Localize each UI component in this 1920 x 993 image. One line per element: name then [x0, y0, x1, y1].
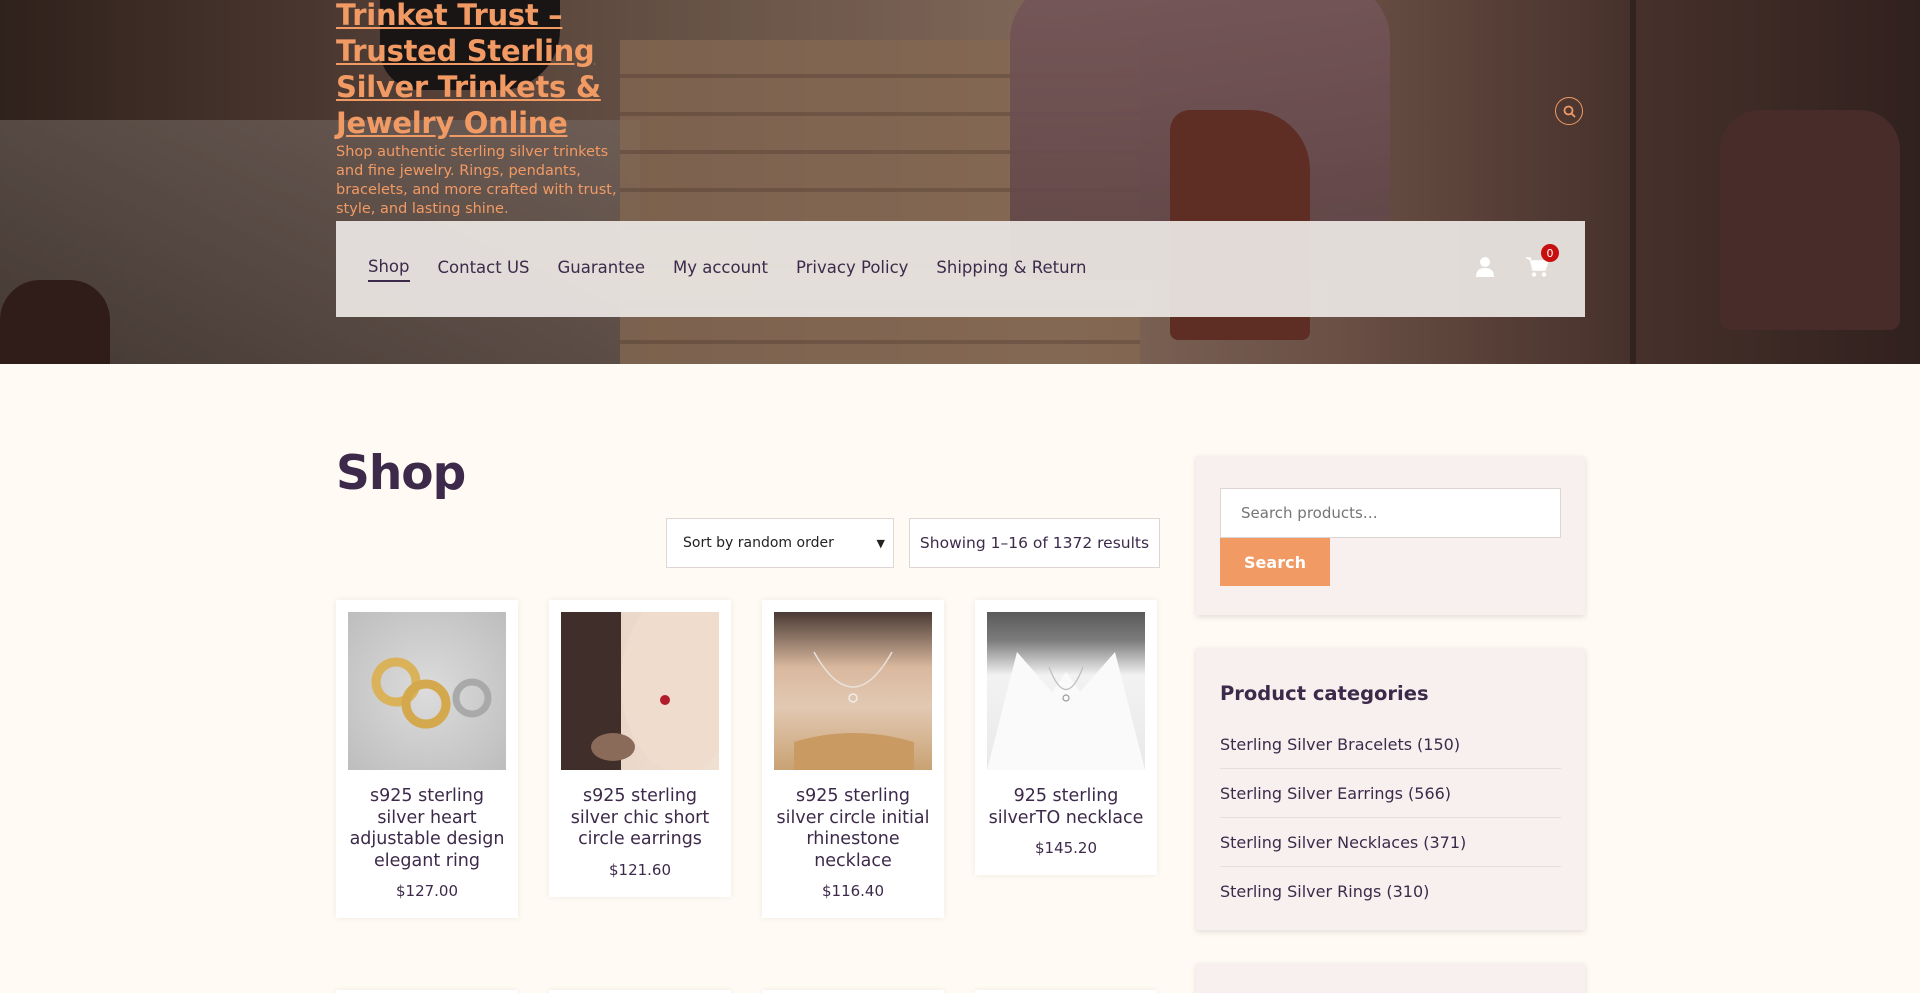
header-search-button[interactable] [1555, 97, 1583, 125]
product-search-button[interactable]: Search [1220, 538, 1330, 586]
search-icon [1563, 105, 1576, 118]
category-name[interactable]: Sterling Silver Bracelets [1220, 735, 1412, 754]
header-banner: Trinket Trust – Trusted Sterling Silver … [0, 0, 1920, 364]
product-categories-widget: Product categories Sterling Silver Brace… [1196, 648, 1585, 930]
product-price: $116.40 [821, 882, 885, 900]
product-title[interactable]: s925 sterling silver chic short circle e… [561, 786, 719, 851]
product-search-widget: Search [1196, 456, 1585, 615]
main-navigation: Shop Contact US Guarantee My account Pri… [336, 221, 1585, 317]
category-item[interactable]: Sterling Silver Earrings (566) [1220, 769, 1561, 818]
category-count: (150) [1417, 734, 1461, 754]
product-card[interactable]: 925 sterling silverTO necklace $145.20 [975, 600, 1157, 875]
categories-title: Product categories [1220, 682, 1429, 705]
nav-item-my-account[interactable]: My account [673, 258, 768, 281]
product-image[interactable] [987, 612, 1145, 770]
category-count: (310) [1386, 882, 1430, 901]
category-item[interactable]: Sterling Silver Bracelets (150) [1220, 720, 1561, 769]
product-title[interactable]: s925 sterling silver heart adjustable de… [348, 786, 506, 872]
account-button[interactable] [1475, 256, 1495, 282]
chevron-down-icon: ▼ [876, 537, 885, 550]
product-price: $121.60 [608, 860, 672, 879]
category-item[interactable]: Sterling Silver Rings (310) [1220, 867, 1561, 916]
category-name[interactable]: Sterling Silver Rings [1220, 882, 1381, 901]
site-tagline: Shop authentic sterling silver trinkets … [336, 144, 617, 217]
nav-item-contact[interactable]: Contact US [438, 258, 530, 281]
product-card[interactable]: s925 sterling silver heart adjustable de… [336, 600, 518, 918]
nav-item-shipping-return[interactable]: Shipping & Return [936, 258, 1086, 281]
site-title-link[interactable]: Trinket Trust – Trusted Sterling Silver … [336, 0, 636, 141]
category-count: (566) [1408, 783, 1452, 803]
product-image[interactable] [561, 612, 719, 770]
product-card[interactable]: s925 sterling silver circle initial rhin… [762, 600, 944, 918]
category-name[interactable]: Sterling Silver Necklaces [1220, 833, 1418, 852]
product-title[interactable]: s925 sterling silver circle initial rhin… [774, 786, 932, 872]
cart-button[interactable]: 0 [1525, 244, 1559, 282]
product-image[interactable] [774, 612, 932, 770]
nav-item-guarantee[interactable]: Guarantee [558, 258, 645, 281]
site-branding: Trinket Trust – Trusted Sterling Silver … [336, 0, 636, 219]
page-title: Shop [336, 446, 466, 501]
sort-select[interactable]: Sort by random order ▼ [666, 518, 894, 568]
category-name[interactable]: Sterling Silver Earrings [1220, 784, 1403, 803]
category-list: Sterling Silver Bracelets (150) Sterling … [1220, 720, 1561, 916]
nav-item-privacy-policy[interactable]: Privacy Policy [796, 258, 908, 281]
cart-count-badge: 0 [1541, 244, 1559, 262]
result-count: Showing 1–16 of 1372 results [909, 518, 1160, 568]
product-search-input[interactable] [1220, 488, 1561, 538]
category-item[interactable]: Sterling Silver Necklaces (371) [1220, 818, 1561, 867]
product-price: $145.20 [1034, 839, 1098, 857]
product-price: $127.00 [395, 882, 459, 900]
user-icon [1476, 257, 1494, 277]
nav-item-shop[interactable]: Shop [368, 257, 410, 282]
sidebar-widget-next [1196, 963, 1585, 993]
product-title[interactable]: 925 sterling silverTO necklace [987, 786, 1145, 829]
category-count: (371) [1423, 832, 1467, 852]
product-image[interactable] [348, 612, 506, 770]
sort-selected-value: Sort by random order [683, 535, 834, 551]
product-card[interactable]: s925 sterling silver chic short circle e… [549, 600, 731, 897]
